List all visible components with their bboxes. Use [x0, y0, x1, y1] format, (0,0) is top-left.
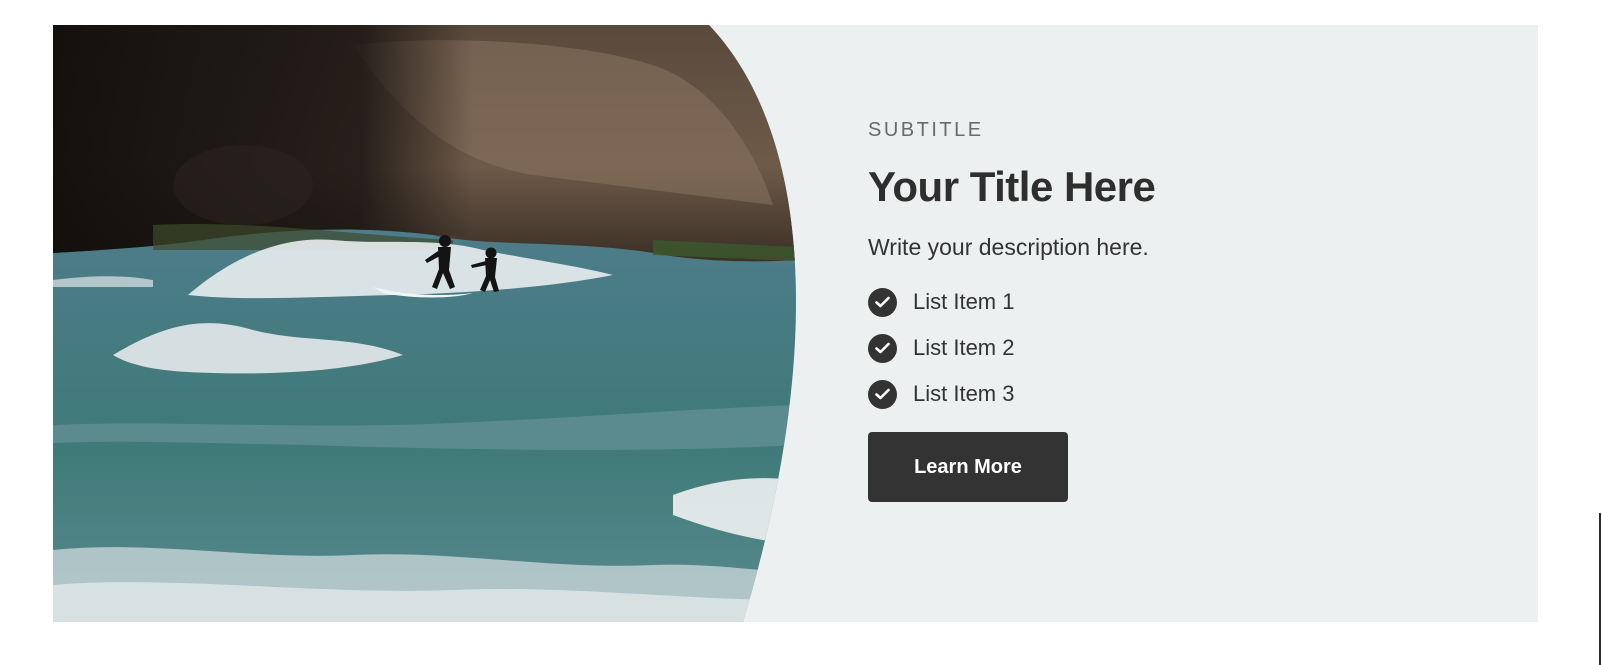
list-item: List Item 1	[868, 287, 1468, 317]
list-item: List Item 3	[868, 379, 1468, 409]
hero-image-surfers	[53, 25, 796, 622]
list-item-label: List Item 1	[913, 289, 1015, 314]
hero-subtitle: SUBTITLE	[868, 119, 984, 141]
check-circle-icon	[868, 333, 897, 363]
check-circle-icon	[868, 287, 897, 317]
scrollbar-edge[interactable]	[1599, 513, 1601, 665]
hero-section: SUBTITLE Your Title Here Write your desc…	[53, 25, 1538, 622]
hero-description: Write your description here.	[868, 234, 1149, 260]
hero-title: Your Title Here	[868, 163, 1156, 210]
learn-more-button[interactable]: Learn More	[868, 432, 1068, 502]
list-item-label: List Item 3	[913, 381, 1015, 406]
list-item-label: List Item 2	[913, 335, 1015, 360]
check-circle-icon	[868, 379, 897, 409]
hero-content: SUBTITLE Your Title Here Write your desc…	[868, 118, 1468, 502]
surf-photo-illustration	[53, 25, 796, 622]
feature-list: List Item 1 List Item 2 List Item 3	[868, 287, 1468, 409]
list-item: List Item 2	[868, 333, 1468, 363]
